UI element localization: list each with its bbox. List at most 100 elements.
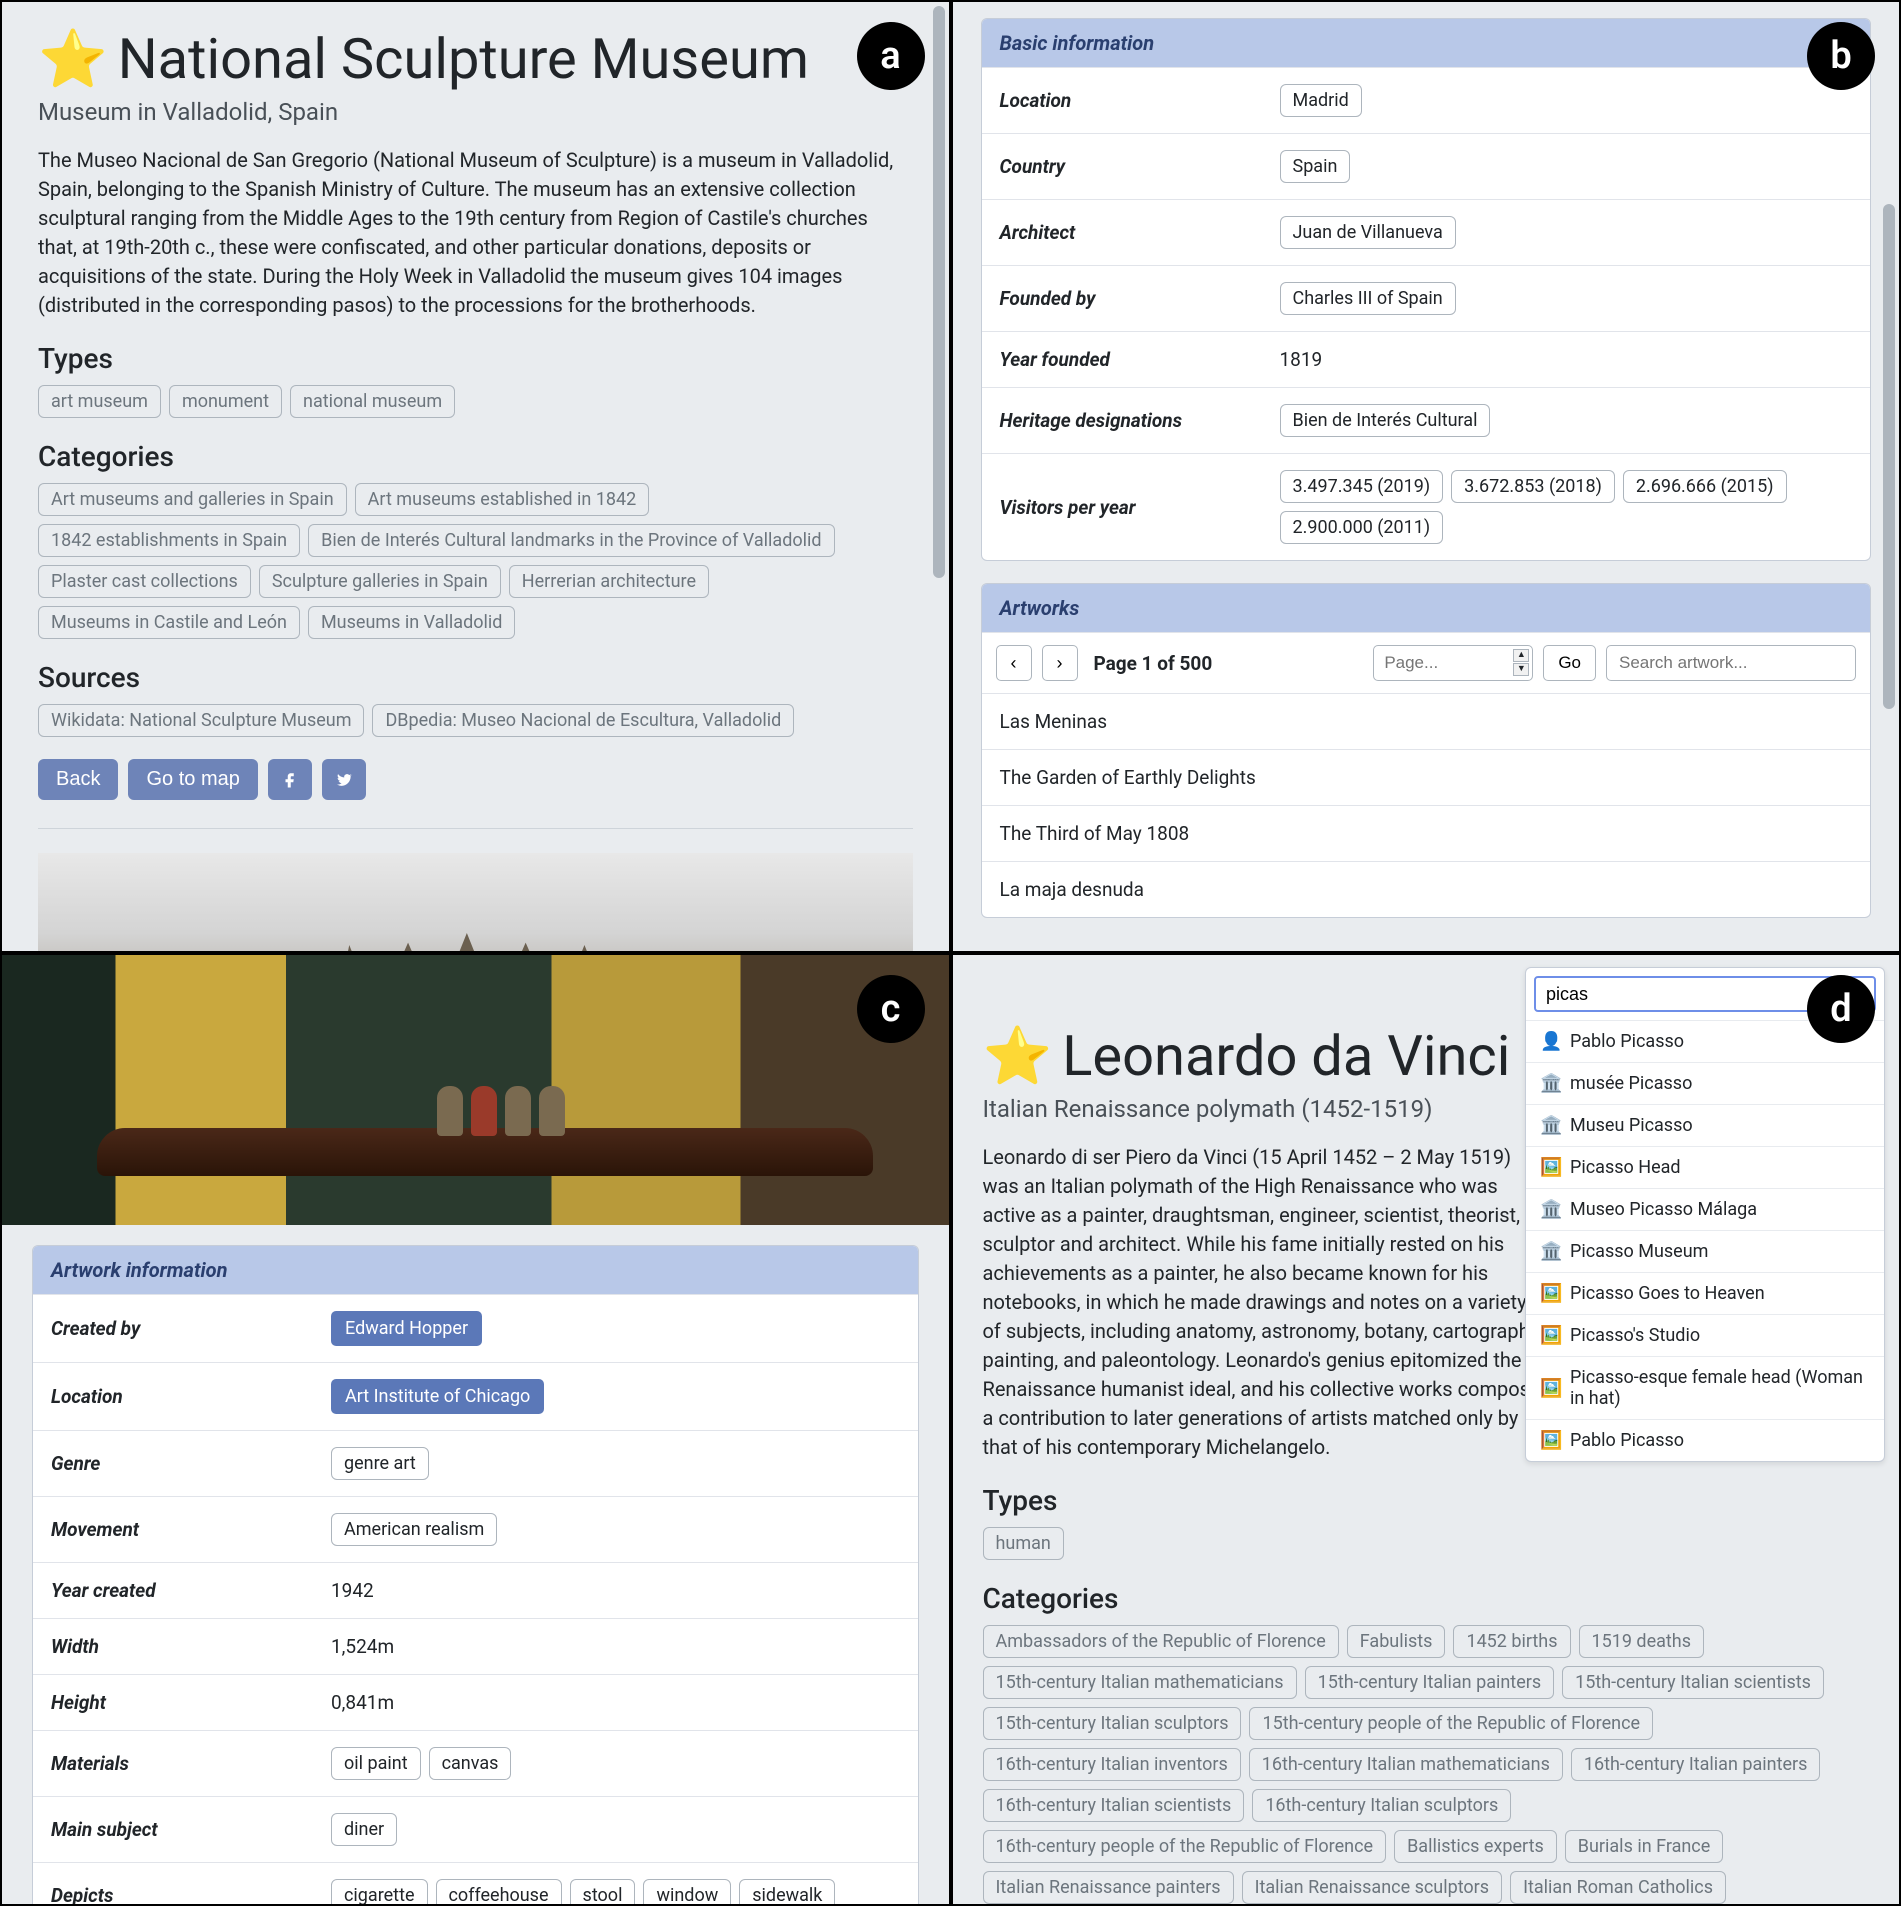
sources-heading: Sources	[38, 661, 913, 694]
category-tag[interactable]: Sculpture galleries in Spain	[259, 565, 501, 598]
category-tag[interactable]: Bien de Interés Cultural landmarks in th…	[308, 524, 834, 557]
go-to-map-button[interactable]: Go to map	[128, 759, 257, 800]
result-label: Picasso Goes to Heaven	[1570, 1283, 1765, 1304]
category-tag[interactable]: Art museums and galleries in Spain	[38, 483, 347, 516]
genre-chip[interactable]: genre art	[331, 1447, 429, 1480]
search-result-item[interactable]: 🖼️Picasso Goes to Heaven	[1526, 1272, 1884, 1314]
year-created-label: Year created	[51, 1579, 331, 1602]
category-tag[interactable]: 15th-century people of the Republic of F…	[1249, 1707, 1653, 1740]
depicts-label: Depicts	[51, 1884, 331, 1904]
category-tag[interactable]: 16th-century Italian scientists	[983, 1789, 1245, 1822]
founded-by-chip[interactable]: Charles III of Spain	[1280, 282, 1456, 315]
category-tag[interactable]: 1519 deaths	[1579, 1625, 1705, 1658]
depicts-chip[interactable]: window	[643, 1879, 731, 1904]
movement-chip[interactable]: American realism	[331, 1513, 497, 1546]
category-tag[interactable]: 15th-century Italian mathematicians	[983, 1666, 1297, 1699]
category-tag[interactable]: 16th-century Italian mathematicians	[1249, 1748, 1563, 1781]
category-tag[interactable]: 16th-century Italian painters	[1571, 1748, 1821, 1781]
depicts-chip[interactable]: cigarette	[331, 1879, 428, 1904]
category-tag[interactable]: Art museums established in 1842	[355, 483, 650, 516]
facebook-icon	[281, 771, 299, 789]
category-tag[interactable]: Museums in Valladolid	[308, 606, 515, 639]
prev-page-button[interactable]: ‹	[996, 645, 1032, 681]
artworks-header: Artworks	[982, 584, 1871, 632]
material-chip[interactable]: oil paint	[331, 1747, 421, 1780]
go-button[interactable]: Go	[1543, 645, 1596, 681]
type-tag[interactable]: human	[983, 1527, 1064, 1560]
type-tag[interactable]: national museum	[290, 385, 455, 418]
scrollbar[interactable]	[1883, 6, 1895, 908]
main-subject-label: Main subject	[51, 1818, 331, 1841]
twitter-share-button[interactable]	[322, 759, 366, 800]
next-page-button[interactable]: ›	[1042, 645, 1078, 681]
category-tag[interactable]: Ballistics experts	[1394, 1830, 1557, 1863]
result-label: Museu Picasso	[1570, 1115, 1693, 1136]
created-by-link[interactable]: Edward Hopper	[331, 1311, 482, 1346]
category-tag[interactable]: Museums in Castile and León	[38, 606, 300, 639]
search-result-item[interactable]: 🏛️Museo Picasso Málaga	[1526, 1188, 1884, 1230]
type-tag[interactable]: monument	[169, 385, 282, 418]
category-tag[interactable]: Fabulists	[1347, 1625, 1446, 1658]
source-tag[interactable]: Wikidata: National Sculpture Museum	[38, 704, 364, 737]
basic-info-header: Basic information	[982, 19, 1871, 67]
artwork-location-link[interactable]: Art Institute of Chicago	[331, 1379, 544, 1414]
category-tag[interactable]: Italian Roman Catholics	[1510, 1871, 1726, 1904]
search-result-item[interactable]: 🖼️Picasso's Studio	[1526, 1314, 1884, 1356]
category-tag[interactable]: 16th-century Italian inventors	[983, 1748, 1241, 1781]
category-tag[interactable]: 1452 births	[1453, 1625, 1570, 1658]
type-tag[interactable]: art museum	[38, 385, 161, 418]
depicts-chip[interactable]: sidewalk	[739, 1879, 835, 1904]
search-result-item[interactable]: 🖼️Picasso Head	[1526, 1146, 1884, 1188]
architect-chip[interactable]: Juan de Villanueva	[1280, 216, 1456, 249]
source-tag[interactable]: DBpedia: Museo Nacional de Escultura, Va…	[372, 704, 794, 737]
panel-label-d: d	[1807, 975, 1875, 1043]
artwork-list-item[interactable]: Las Meninas	[982, 693, 1871, 749]
page-number-input[interactable]	[1373, 645, 1533, 681]
location-chip[interactable]: Madrid	[1280, 84, 1362, 117]
category-tag[interactable]: Italian Renaissance sculptors	[1242, 1871, 1503, 1904]
search-result-item[interactable]: 🏛️Picasso Museum	[1526, 1230, 1884, 1272]
search-result-item[interactable]: 🏛️Museu Picasso	[1526, 1104, 1884, 1146]
height-value: 0,841m	[331, 1691, 394, 1714]
category-tag[interactable]: 1842 establishments in Spain	[38, 524, 300, 557]
favorite-star-icon[interactable]: ⭐	[38, 31, 108, 87]
depicts-chip[interactable]: coffeehouse	[436, 1879, 562, 1904]
search-result-item[interactable]: 🖼️Picasso-esque female head (Woman in ha…	[1526, 1356, 1884, 1419]
created-by-label: Created by	[51, 1317, 331, 1340]
scrollbar[interactable]	[933, 6, 945, 739]
page-stepper[interactable]: ▲▼	[1513, 649, 1529, 676]
result-label: Museo Picasso Málaga	[1570, 1199, 1757, 1220]
country-chip[interactable]: Spain	[1280, 150, 1351, 183]
heritage-chip[interactable]: Bien de Interés Cultural	[1280, 404, 1491, 437]
country-label: Country	[1000, 155, 1280, 178]
favorite-star-icon[interactable]: ⭐	[983, 1028, 1053, 1084]
artwork-list-item[interactable]: The Garden of Earthly Delights	[982, 749, 1871, 805]
material-chip[interactable]: canvas	[429, 1747, 512, 1780]
artwork-list-item[interactable]: La maja desnuda	[982, 861, 1871, 917]
search-result-item[interactable]: 🏛️musée Picasso	[1526, 1062, 1884, 1104]
visitors-chip[interactable]: 3.497.345 (2019)	[1280, 470, 1444, 503]
back-button[interactable]: Back	[38, 759, 118, 800]
category-tag[interactable]: Ambassadors of the Republic of Florence	[983, 1625, 1339, 1658]
artwork-list-item[interactable]: The Third of May 1808	[982, 805, 1871, 861]
result-label: Pablo Picasso	[1570, 1031, 1684, 1052]
category-tag[interactable]: 16th-century people of the Republic of F…	[983, 1830, 1387, 1863]
visitors-chip[interactable]: 2.696.666 (2015)	[1623, 470, 1787, 503]
artwork-image	[2, 955, 949, 1225]
visitors-chip[interactable]: 2.900.000 (2011)	[1280, 511, 1444, 544]
category-tag[interactable]: 15th-century Italian sculptors	[983, 1707, 1242, 1740]
facebook-share-button[interactable]	[268, 759, 312, 800]
main-subject-chip[interactable]: diner	[331, 1813, 397, 1846]
category-tag[interactable]: Burials in France	[1565, 1830, 1724, 1863]
category-tag[interactable]: Plaster cast collections	[38, 565, 251, 598]
search-result-item[interactable]: 🖼️Pablo Picasso	[1526, 1419, 1884, 1461]
category-tag[interactable]: Italian Renaissance painters	[983, 1871, 1234, 1904]
category-tag[interactable]: 15th-century Italian scientists	[1562, 1666, 1824, 1699]
depicts-chip[interactable]: stool	[570, 1879, 636, 1904]
result-label: Pablo Picasso	[1570, 1430, 1684, 1451]
category-tag[interactable]: 16th-century Italian sculptors	[1252, 1789, 1511, 1822]
search-artwork-input[interactable]	[1606, 645, 1856, 681]
visitors-chip[interactable]: 3.672.853 (2018)	[1451, 470, 1615, 503]
category-tag[interactable]: Herrerian architecture	[509, 565, 709, 598]
category-tag[interactable]: 15th-century Italian painters	[1305, 1666, 1555, 1699]
